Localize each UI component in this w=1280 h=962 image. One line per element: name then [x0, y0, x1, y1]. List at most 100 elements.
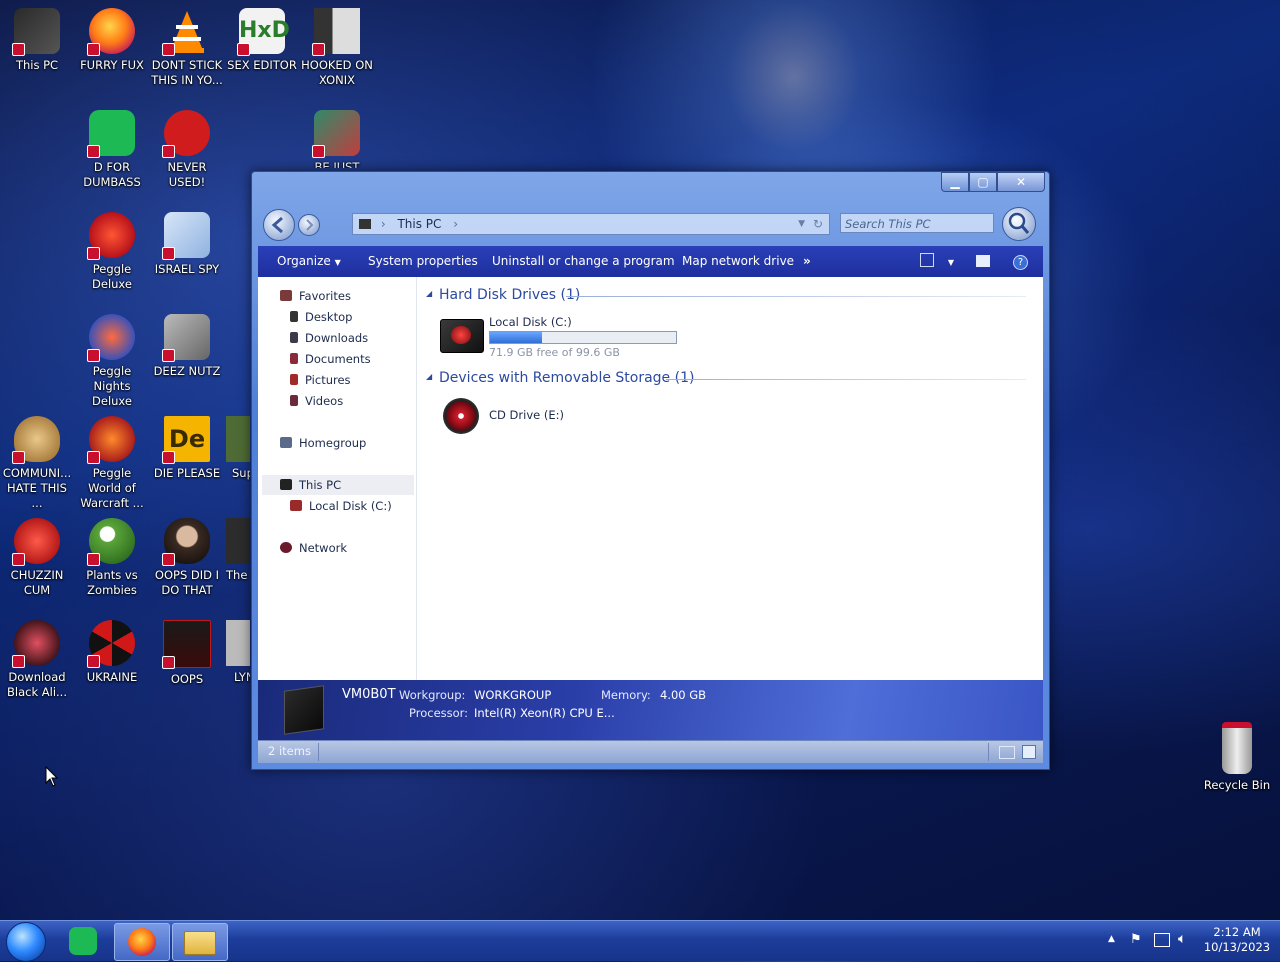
search-button[interactable]	[1002, 207, 1036, 241]
desktop-icon-peggle-wow[interactable]: Peggle World of Warcraft ...	[76, 416, 148, 511]
close-button[interactable]: ✕	[997, 172, 1045, 192]
desktop-icon-chuzzin[interactable]: CHUZZIN CUM	[1, 518, 73, 598]
hxd-icon: HxD	[237, 8, 290, 56]
peggle-icon	[87, 212, 135, 260]
network-icon	[162, 212, 210, 260]
desktop-icon-peggle-nights[interactable]: Peggle Nights Deluxe	[76, 314, 148, 409]
collapse-arrow-icon[interactable]: ◢	[426, 372, 432, 381]
show-hidden-icons-icon[interactable]: ▲	[1108, 934, 1115, 944]
nav-item-favorites[interactable]: Favorites	[280, 286, 351, 306]
drive-icon	[290, 500, 302, 511]
nav-item-local-disk[interactable]: Local Disk (C:)	[290, 496, 392, 516]
desktop-icon-recycle-bin[interactable]: Recycle Bin	[1201, 722, 1273, 793]
address-dropdown-icon[interactable]: ▼	[798, 214, 805, 234]
forward-button[interactable]	[298, 214, 320, 236]
taskbar-app-button[interactable]	[60, 923, 106, 959]
nav-item-pictures[interactable]: Pictures	[290, 370, 351, 390]
nav-item-homegroup[interactable]: Homegroup	[280, 433, 366, 453]
desktop-icon-lyn[interactable]: LYN	[226, 620, 250, 685]
nav-item-desktop[interactable]: Desktop	[290, 307, 352, 327]
minimize-button[interactable]: ▁	[941, 172, 969, 192]
desktop-icon-sup[interactable]: Sup	[226, 416, 250, 481]
desktop-icon-communi[interactable]: COMMUNI... HATE THIS ...	[1, 416, 73, 511]
view-options-button[interactable]: ▼	[920, 246, 954, 277]
start-button[interactable]	[6, 922, 46, 962]
volume-icon[interactable]: 🔈︎	[1178, 931, 1186, 947]
desktop-icon-be-just-like[interactable]: BE JUST LIKE	[301, 110, 373, 168]
desktop-icon-ukraine[interactable]: UKRAINE	[76, 620, 148, 685]
group-header-removable[interactable]: Devices with Removable Storage (1)	[439, 370, 694, 386]
flag-icon[interactable]: ⚑	[1130, 932, 1142, 947]
radiation-icon	[87, 620, 135, 668]
group-header-hard-disk[interactable]: Hard Disk Drives (1)	[439, 287, 580, 303]
desktop-icon-peggle-deluxe[interactable]: Peggle Deluxe	[76, 212, 148, 292]
desktop-icon-label: FURRY FUX	[80, 58, 144, 72]
desktop-icon-label: OOPS DID I DO THAT	[154, 568, 220, 597]
maximize-button[interactable]: ▢	[969, 172, 997, 192]
desktop-icon-dont-stick[interactable]: DONT STICK THIS IN YO...	[151, 8, 223, 88]
desktop-icon-this-pc[interactable]: This PC	[1, 8, 73, 73]
preview-pane-icon	[976, 255, 990, 267]
desktop-icon-label: D FOR DUMBASS	[83, 160, 141, 189]
desktop-icon-label: LYN	[234, 670, 250, 684]
desktop-icon-sex-editor[interactable]: HxD SEX EDITOR	[226, 8, 298, 73]
collapse-arrow-icon[interactable]: ◢	[426, 289, 432, 298]
chevron-down-icon: ▼	[947, 258, 954, 267]
peggle-nights-icon	[87, 314, 135, 362]
nav-item-this-pc[interactable]: This PC	[262, 475, 414, 495]
desktop-icon-die-please[interactable]: De DIE PLEASE	[151, 416, 223, 481]
desktop-icon-pvz[interactable]: Plants vs Zombies	[76, 518, 148, 598]
desktop-icon-label: HOOKED ON XONIX	[301, 58, 373, 87]
uninstall-program-button[interactable]: Uninstall or change a program	[492, 246, 675, 277]
desktop-icon-d-for-dumbass[interactable]: D FOR DUMBASS	[76, 110, 148, 190]
desktop-icon-download-black[interactable]: Download Black Ali...	[1, 620, 73, 700]
hard-drive-icon	[440, 319, 484, 353]
drive-item-local-disk[interactable]: Local Disk (C:) 71.9 GB free of 99.6 GB	[436, 313, 686, 361]
videos-icon	[290, 395, 298, 406]
desktop-icon-oops-did-i[interactable]: OOPS DID I DO THAT	[151, 518, 223, 598]
windows-stack-icon	[162, 314, 210, 362]
nav-item-documents[interactable]: Documents	[290, 349, 371, 369]
help-button[interactable]: ?	[1013, 246, 1028, 277]
large-icons-view-icon[interactable]	[1022, 745, 1036, 759]
desktop-icon-the[interactable]: The	[226, 518, 250, 583]
desktop-icon-oops[interactable]: OOPS	[151, 620, 223, 687]
memory-value: 4.00 GB	[660, 688, 707, 702]
system-properties-button[interactable]: System properties	[368, 246, 478, 277]
back-button[interactable]	[263, 209, 295, 241]
map-network-drive-button[interactable]: Map network drive	[682, 246, 794, 277]
network-status-icon[interactable]	[1154, 933, 1170, 947]
pictures-icon	[290, 374, 298, 385]
desktop-icon-never-used[interactable]: NEVER USED!	[151, 110, 223, 190]
documents-icon	[290, 353, 298, 364]
nav-item-downloads[interactable]: Downloads	[290, 328, 368, 348]
taskbar-explorer-button[interactable]	[172, 923, 228, 961]
refresh-icon[interactable]: ↻	[813, 214, 823, 234]
status-bar: 2 items	[258, 740, 1043, 763]
processor-label: Processor:	[409, 706, 469, 720]
search-input[interactable]: Search This PC	[840, 213, 994, 233]
clock-date: 10/13/2023	[1203, 940, 1271, 954]
mouse-cursor-icon	[45, 766, 59, 787]
content-area: Favorites Desktop Downloads Documents Pi…	[258, 277, 1043, 680]
more-commands-button[interactable]: »	[803, 246, 811, 277]
nav-item-videos[interactable]: Videos	[290, 391, 343, 411]
clock[interactable]: 2:12 AM 10/13/2023	[1198, 925, 1276, 955]
drive-item-cd[interactable]: CD Drive (E:)	[436, 395, 636, 439]
caption-buttons: ▁ ▢ ✕	[941, 172, 1045, 192]
address-bar[interactable]: › This PC › ▼ ↻	[352, 213, 830, 235]
organize-button[interactable]: Organize ▼	[277, 246, 341, 277]
desktop-icon-furry-fux[interactable]: FURRY FUX	[76, 8, 148, 73]
details-view-icon[interactable]	[999, 746, 1015, 759]
firefox-icon	[87, 8, 135, 56]
desktop-icon-deez-nutz[interactable]: DEEZ NUTZ	[151, 314, 223, 379]
desktop-icon-label: SEX EDITOR	[227, 58, 297, 72]
preview-pane-button[interactable]	[976, 246, 990, 277]
breadcrumb-this-pc[interactable]: This PC	[397, 217, 441, 231]
desktop-icon-label: NEVER USED!	[167, 160, 207, 189]
desktop-icon-israel-spy[interactable]: ISRAEL SPY	[151, 212, 223, 277]
nav-item-network[interactable]: Network	[280, 538, 347, 558]
desktop-icon-hooked-on-xonix[interactable]: HOOKED ON XONIX	[301, 8, 373, 88]
taskbar-firefox-button[interactable]	[114, 923, 170, 961]
app-icon	[69, 927, 97, 955]
